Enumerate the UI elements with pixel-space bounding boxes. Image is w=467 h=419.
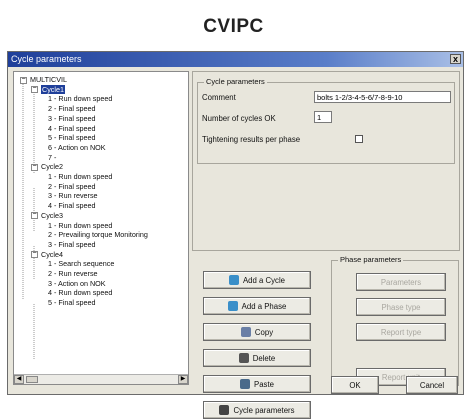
tree-phase-item[interactable]: 3 - Run reverse: [48, 191, 98, 201]
phase-type-button[interactable]: Phase type: [356, 298, 446, 316]
paste-icon: [240, 379, 251, 389]
tree-phase-item[interactable]: 3 - Final speed: [48, 240, 96, 250]
tree-phase-item-label: 2 - Prevailing torque Monitoring: [48, 230, 148, 240]
paste-button[interactable]: Paste: [203, 375, 311, 393]
copy-icon: [240, 327, 251, 337]
tree-phase-item[interactable]: 1 - Search sequence: [48, 259, 114, 269]
tree-phase-item-label: 4 - Run down speed: [48, 288, 113, 298]
cycle-params-group-label: Cycle parameters: [204, 77, 267, 86]
cycle-params-group: Cycle parameters Comment Number of cycle…: [197, 77, 455, 164]
tree-phase-item[interactable]: 3 - Final speed: [48, 114, 96, 124]
tree-phase-item-label: 3 - Action on NOK: [48, 278, 106, 288]
tree-cycle-2[interactable]: Cycle2: [41, 162, 63, 172]
tree-phase-item[interactable]: 2 - Final speed: [48, 104, 96, 114]
tree-phase-item[interactable]: 1 - Run down speed: [48, 94, 112, 104]
tree-phase-item-label: 3 - Final speed: [48, 113, 96, 123]
add-cycle-label: Add a Cycle: [242, 275, 286, 285]
tree-phase-item-label: 4 - Final speed: [48, 123, 96, 133]
ok-button[interactable]: OK: [331, 376, 379, 394]
tree-phase-item[interactable]: 1 - Run down speed: [48, 221, 112, 231]
tree-phase-item-label: 2 - Run reverse: [48, 269, 98, 278]
cycle1-collapse-icon[interactable]: −: [31, 85, 38, 94]
tree-phase-item[interactable]: 3 - Action on NOK: [48, 279, 106, 289]
dialog-title: Cycle parameters: [11, 54, 82, 64]
tree-phase-item[interactable]: 6 - Action on NOK: [48, 143, 106, 153]
tree-phase-item-label: 6 - Action on NOK: [48, 142, 106, 152]
cycle-parameters-label: Cycle parameters: [233, 405, 295, 415]
cycle4-collapse-icon[interactable]: −: [31, 250, 38, 259]
right-panel: Cycle parameters Comment Number of cycle…: [192, 71, 460, 251]
tree-phase-item-label: 1 - Run down speed: [48, 94, 113, 104]
tree-phase-item[interactable]: 2 - Prevailing torque Monitoring: [48, 230, 148, 240]
scroll-left-arrow-icon[interactable]: ◀: [14, 375, 24, 384]
tightening-results-checkbox[interactable]: [355, 135, 363, 143]
tree-phase-item-label: 1 - Run down speed: [48, 220, 113, 230]
phase-params-group-label: Phase parameters: [338, 255, 404, 264]
delete-button[interactable]: Delete: [203, 349, 311, 367]
cycle3-collapse-icon[interactable]: −: [31, 211, 38, 220]
tree-phase-item-label: 1 - Search sequence: [48, 259, 115, 269]
tree-phase-item-label: 2 - Final speed: [48, 104, 96, 114]
cycles-ok-field[interactable]: [314, 111, 332, 123]
tree-phase-item-label: 5 - Final speed: [48, 133, 96, 143]
cycle-tree[interactable]: − MULTICVIL − Cycle1 1 - Run down speed 2 - F…: [13, 71, 189, 385]
cycle-parameters-dialog: Cycle parameters x − MULTICVIL − Cycle1 1 - …: [7, 51, 464, 419]
report-type-button[interactable]: Report type: [356, 323, 446, 341]
add-phase-icon: [227, 301, 238, 311]
add-phase-button[interactable]: Add a Phase: [203, 297, 311, 315]
copy-button[interactable]: Copy: [203, 323, 311, 341]
tree-root[interactable]: MULTICVIL: [30, 75, 67, 85]
delete-icon: [238, 353, 249, 363]
comment-label: Comment: [202, 93, 236, 102]
tree-phase-item-label: 1 - Run down speed: [48, 172, 113, 181]
tree-phase-item[interactable]: 2 - Final speed: [48, 182, 96, 192]
tree-phase-item[interactable]: 4 - Final speed: [48, 201, 96, 211]
tree-phase-item[interactable]: 2 - Run reverse: [48, 269, 98, 279]
cycle2-collapse-icon[interactable]: −: [31, 163, 38, 171]
tree-phase-item-label: 4 - Final speed: [48, 201, 96, 211]
tree-cycle-3[interactable]: Cycle3: [41, 211, 63, 221]
tree-cycle-1-label: Cycle1: [41, 84, 65, 94]
tree-phase-item-label: 5 - Final speed: [48, 298, 96, 308]
cycle-parameters-icon: [219, 405, 230, 415]
add-cycle-icon: [228, 275, 239, 285]
cycle-parameters-button[interactable]: Cycle parameters: [203, 401, 311, 419]
tree-phase-item-label: 2 - Final speed: [48, 181, 96, 191]
scroll-right-arrow-icon[interactable]: ▶: [178, 375, 188, 384]
comment-field[interactable]: [314, 91, 451, 103]
cycles-ok-label: Number of cycles OK: [202, 114, 276, 123]
tightening-results-label: Tightening results per phase: [202, 135, 301, 144]
dialog-titlebar[interactable]: Cycle parameters x: [8, 52, 463, 67]
phase-params-group: Phase parameters Parameters Phase type R…: [331, 255, 459, 386]
tree-phase-item-label: 3 - Final speed: [48, 239, 96, 249]
close-button[interactable]: x: [450, 54, 461, 64]
tree-cycle-3-label: Cycle3: [41, 210, 63, 220]
tree-root-label: MULTICVIL: [30, 75, 68, 84]
tree-cycle-4[interactable]: Cycle4: [41, 250, 63, 260]
tree-phase-item[interactable]: 7 -: [48, 153, 56, 163]
paste-label: Paste: [254, 379, 274, 389]
cancel-button[interactable]: Cancel: [406, 376, 458, 394]
copy-label: Copy: [254, 327, 274, 337]
page-heading: CVIPC: [203, 16, 264, 37]
delete-label: Delete: [252, 353, 276, 363]
tree-horizontal-scrollbar[interactable]: ◀ ▶: [14, 374, 188, 384]
scroll-thumb[interactable]: [26, 376, 38, 383]
tree-cycle-1[interactable]: Cycle1: [41, 84, 65, 95]
tree-phase-item[interactable]: 5 - Final speed: [48, 298, 96, 308]
tree-cycle-4-label: Cycle4: [41, 249, 63, 259]
tree-phase-item-label: 7 -: [48, 152, 57, 162]
root-collapse-icon[interactable]: −: [20, 76, 27, 84]
tree-phase-item-label: 3 - Run reverse: [48, 191, 98, 201]
tree-phase-item[interactable]: 4 - Final speed: [48, 124, 96, 134]
add-cycle-button[interactable]: Add a Cycle: [203, 271, 311, 289]
tree-cycle-2-label: Cycle2: [41, 162, 63, 172]
phase-parameters-button[interactable]: Parameters: [356, 273, 446, 291]
tree-phase-item[interactable]: 1 - Run down speed: [48, 172, 112, 182]
tree-phase-item[interactable]: 4 - Run down speed: [48, 288, 112, 298]
add-phase-label: Add a Phase: [241, 301, 287, 311]
tree-phase-item[interactable]: 5 - Final speed: [48, 133, 96, 143]
